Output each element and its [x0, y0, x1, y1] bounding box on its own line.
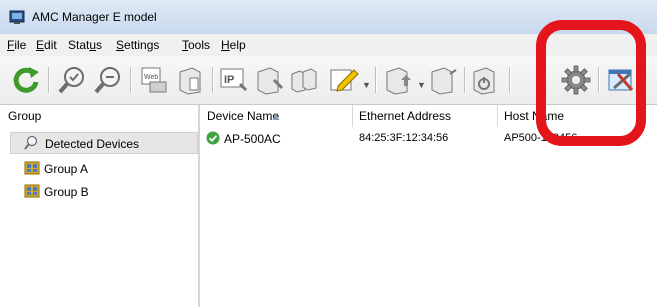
search-remove-icon[interactable]: [92, 64, 124, 96]
column-device-name[interactable]: Device Name ▲: [200, 105, 353, 127]
menu-settings[interactable]: Settings: [116, 38, 159, 52]
toolbar-separator: [130, 67, 132, 93]
group-settings-icon[interactable]: [290, 64, 322, 96]
menu-help[interactable]: Help: [221, 38, 246, 52]
device-grid: AP-500AC 84:25:3F:12:34:56 AP500-123456: [200, 127, 657, 307]
chevron-down-icon[interactable]: ▼: [362, 80, 371, 90]
tree-item-label: Group A: [44, 162, 89, 176]
tree-item-label: Detected Devices: [45, 137, 140, 151]
menu-edit[interactable]: Edit: [36, 38, 57, 52]
column-ethernet-address[interactable]: Ethernet Address: [352, 105, 498, 127]
device-add-icon[interactable]: [428, 64, 460, 96]
sort-up-icon: ▲: [270, 109, 282, 123]
svg-text:Web: Web: [144, 74, 158, 81]
toolbar-separator: [509, 67, 511, 93]
tree-item-detected-devices[interactable]: Detected Devices: [10, 132, 198, 154]
window-title: AMC Manager E model: [32, 10, 157, 24]
group-panel-header[interactable]: Group: [0, 105, 198, 128]
cell-device-name: AP-500AC: [224, 132, 281, 146]
column-label: Device Name: [207, 109, 280, 123]
tree-item-group-b[interactable]: Group B: [22, 181, 192, 201]
refresh-icon[interactable]: [10, 64, 42, 96]
group-panel: Detected Devices Group A Group B: [0, 127, 198, 307]
tree-item-group-a[interactable]: Group A: [22, 158, 192, 178]
menu-tools[interactable]: Tools: [182, 38, 210, 52]
group-icon: [24, 161, 40, 175]
svg-text:IP: IP: [224, 74, 234, 86]
device-restart-icon[interactable]: [470, 64, 502, 96]
firmware-update-icon[interactable]: [383, 64, 415, 96]
web-config-icon[interactable]: Web: [138, 64, 170, 96]
app-icon: [9, 10, 25, 24]
highlight-annotation: [536, 20, 646, 146]
search-device-icon[interactable]: [56, 64, 88, 96]
ip-settings-icon[interactable]: IP: [218, 64, 250, 96]
search-icon: [24, 135, 38, 150]
check-icon: [206, 131, 220, 145]
group-header-label: Group: [8, 109, 42, 123]
cell-ethernet-address: 84:25:3F:12:34:56: [359, 132, 449, 144]
chevron-down-icon[interactable]: ▼: [417, 80, 426, 90]
menu-file[interactable]: File: [7, 38, 26, 52]
tree-item-label: Group B: [44, 185, 89, 199]
toolbar-separator: [48, 67, 50, 93]
toolbar-separator: [375, 67, 377, 93]
toolbar-separator: [464, 67, 466, 93]
group-icon: [24, 184, 40, 198]
edit-icon[interactable]: [328, 64, 360, 96]
device-settings-icon[interactable]: [254, 64, 286, 96]
toolbar-separator: [212, 67, 214, 93]
menu-status[interactable]: Status: [68, 38, 102, 52]
column-label: Ethernet Address: [359, 109, 452, 123]
device-properties-icon[interactable]: [174, 64, 206, 96]
